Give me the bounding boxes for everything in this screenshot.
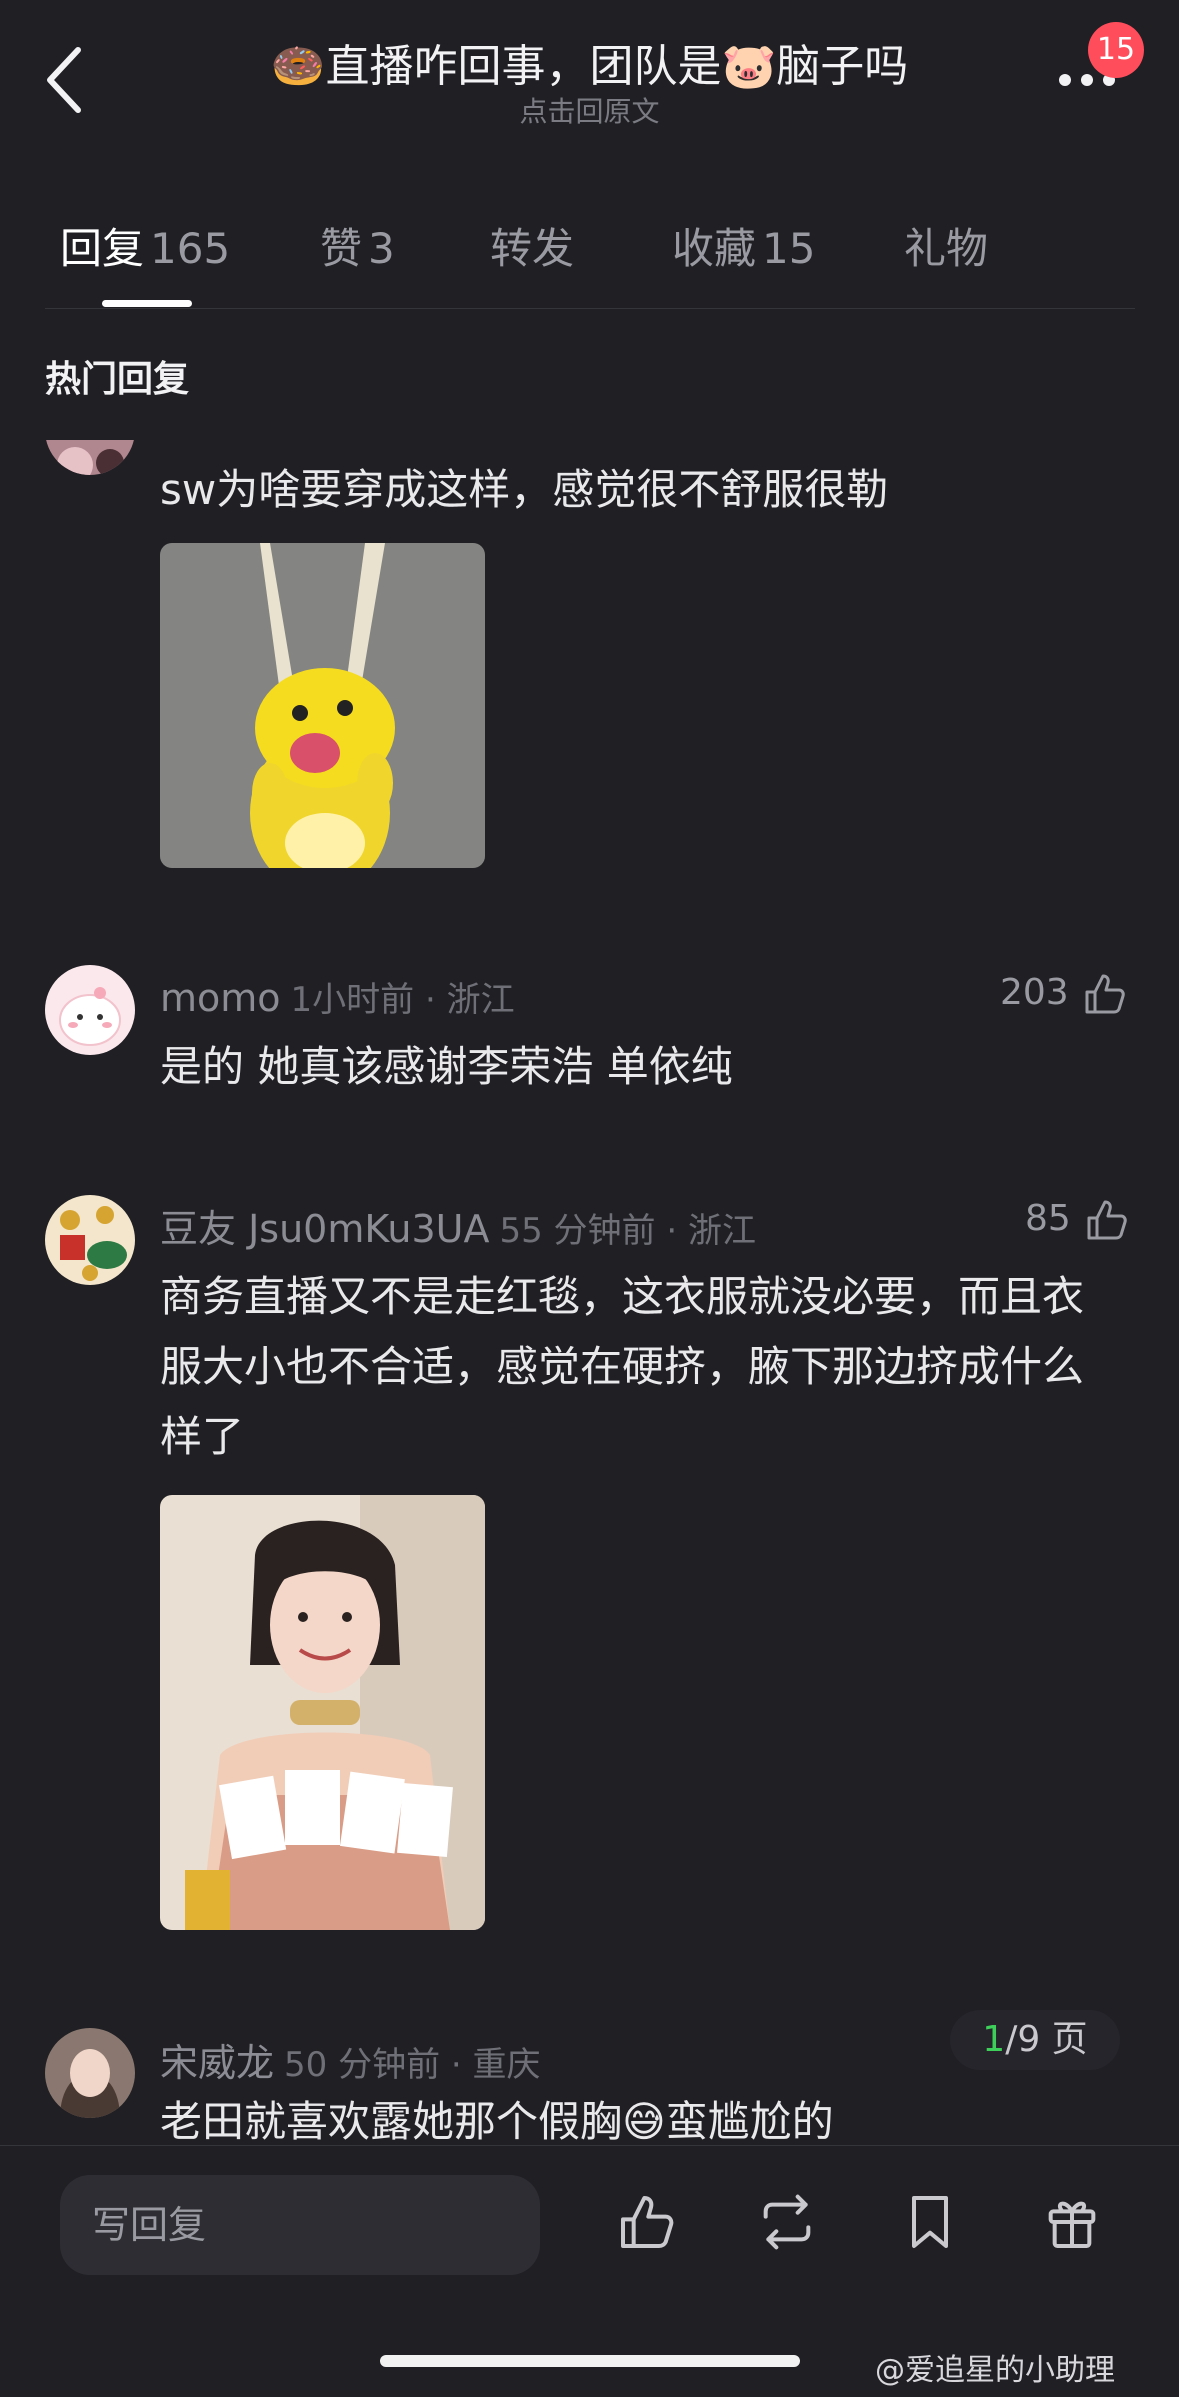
tab-label: 回复 xyxy=(60,224,145,273)
divider xyxy=(0,2145,1179,2146)
like-count: 85 xyxy=(1025,1198,1071,1239)
avatar[interactable] xyxy=(45,440,135,475)
avatar[interactable] xyxy=(45,2028,135,2118)
home-indicator[interactable] xyxy=(380,2355,800,2367)
back-to-original-link[interactable]: 点击回原文 xyxy=(0,90,1179,130)
comment-header: 豆友 Jsu0mKu3UA 55 分钟前 · 浙江 xyxy=(160,1198,756,1253)
comment-header: 宋威龙 50 分钟前 · 重庆 xyxy=(160,2032,541,2087)
tab-likes[interactable]: 赞3 xyxy=(320,215,395,276)
avatar[interactable] xyxy=(45,1195,135,1285)
comment-text: 老田就喜欢露她那个假胸😅蛮尴尬的 xyxy=(160,2097,834,2146)
repost-button[interactable] xyxy=(755,2190,819,2258)
comment-image[interactable] xyxy=(160,543,485,868)
comment-image[interactable] xyxy=(160,1495,485,1930)
tab-count: 165 xyxy=(150,224,231,273)
thumbs-up-icon xyxy=(621,2196,674,2248)
comment-meta: 55 分钟前 · 浙江 xyxy=(499,1211,756,1251)
reply-input[interactable]: 写回复 xyxy=(60,2175,540,2275)
tab-label: 转发 xyxy=(490,224,575,273)
username[interactable]: 豆友 Jsu0mKu3UA xyxy=(160,1207,489,1251)
comment-meta: 50 分钟前 · 重庆 xyxy=(284,2045,541,2085)
watermark: @爱追星的小助理 xyxy=(875,2353,1115,2388)
username[interactable]: 宋威龙 xyxy=(160,2041,274,2085)
repost-icon xyxy=(763,2194,811,2250)
tab-count: 15 xyxy=(762,224,816,273)
tab-label: 赞 xyxy=(320,224,363,273)
current-page: 1 xyxy=(982,2019,1006,2060)
page-indicator[interactable]: 1/9 页 xyxy=(950,2010,1120,2070)
gift-button[interactable] xyxy=(1040,2190,1104,2258)
total-pages: /9 页 xyxy=(1005,2019,1088,2060)
avatar[interactable] xyxy=(45,965,135,1055)
comment-text: 是的 她真该感谢李荣浩 单依纯 xyxy=(160,1042,733,1091)
comment-text: 商务直播又不是走红毯，这衣服就没必要，而且衣服大小也不合适，感觉在硬挤，腋下那边… xyxy=(160,1272,1085,1461)
divider xyxy=(45,308,1135,309)
section-title: 热门回复 xyxy=(45,359,190,400)
gift-icon xyxy=(1048,2201,1096,2248)
username[interactable]: momo xyxy=(160,976,281,1020)
tab-label: 礼物 xyxy=(904,224,989,273)
active-tab-indicator xyxy=(102,300,192,307)
bookmark-icon xyxy=(912,2196,948,2248)
tab-gifts[interactable]: 礼物 xyxy=(904,215,988,276)
tab-reposts[interactable]: 转发 xyxy=(490,215,574,276)
like-post-button[interactable] xyxy=(615,2190,679,2258)
notification-badge: 15 xyxy=(1088,22,1144,78)
like-button[interactable]: 203 xyxy=(1000,970,1129,1018)
tab-count: 3 xyxy=(368,224,395,273)
comment-header: momo 1小时前 · 浙江 xyxy=(160,972,515,1021)
comment-meta: 1小时前 · 浙江 xyxy=(290,980,515,1020)
thumbs-up-icon xyxy=(1085,974,1125,1014)
thumbs-up-icon xyxy=(1087,1200,1127,1240)
tab-favorites[interactable]: 收藏 15 xyxy=(672,215,815,276)
bookmark-button[interactable] xyxy=(898,2190,962,2258)
comment-text: sw为啥要穿成这样，感觉很不舒服很勒 xyxy=(160,465,889,514)
tab-replies[interactable]: 回复 165 xyxy=(60,215,230,276)
tab-label: 收藏 xyxy=(672,224,757,273)
like-button[interactable]: 85 xyxy=(1025,1196,1131,1244)
like-count: 203 xyxy=(1000,972,1069,1013)
post-title[interactable]: 🍩直播咋回事，团队是🐷脑子吗 xyxy=(0,30,1179,94)
